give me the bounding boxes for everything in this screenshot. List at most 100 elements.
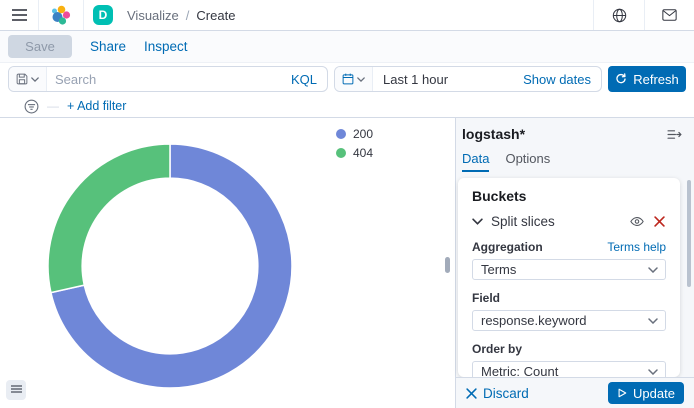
donut-chart xyxy=(44,140,296,392)
filter-options-button[interactable] xyxy=(24,99,39,114)
cross-icon xyxy=(654,216,665,227)
field-value: response.keyword xyxy=(481,313,587,328)
header-divider xyxy=(38,0,39,30)
order-by-label: Order by xyxy=(472,342,522,356)
update-button[interactable]: Update xyxy=(608,382,684,404)
save-button: Save xyxy=(8,35,72,58)
visualization-area: 200 404 xyxy=(0,118,455,408)
filter-bar-dash: — xyxy=(47,99,59,113)
save-query-icon xyxy=(16,73,28,85)
chevron-down-icon xyxy=(472,218,483,225)
field-label: Field xyxy=(472,291,500,305)
terms-help-link[interactable]: Terms help xyxy=(607,240,666,254)
editor-tabs: Data Options xyxy=(462,151,694,172)
breadcrumb-separator: / xyxy=(186,8,190,23)
header-divider xyxy=(83,0,84,30)
eye-icon xyxy=(630,216,644,227)
legend-dot-200 xyxy=(336,129,346,139)
add-filter-link[interactable]: + Add filter xyxy=(67,99,126,113)
panel-resize-handle[interactable] xyxy=(445,257,450,273)
hamburger-menu-button[interactable] xyxy=(8,5,31,25)
discard-label: Discard xyxy=(483,386,529,401)
news-feed-button[interactable] xyxy=(601,4,637,27)
globe-icon xyxy=(612,8,627,23)
header-divider xyxy=(593,0,594,30)
pie-slice-404[interactable] xyxy=(48,144,170,293)
order-by-group: Order by Metric: Count xyxy=(472,342,666,377)
aggregation-label: Aggregation xyxy=(472,240,543,254)
share-button[interactable]: Share xyxy=(90,39,126,54)
menu-right-icon xyxy=(667,129,682,140)
show-dates-button[interactable]: Show dates xyxy=(513,72,601,87)
elastic-logo-icon xyxy=(50,4,72,26)
refresh-label: Refresh xyxy=(633,72,679,87)
search-input[interactable] xyxy=(47,72,281,87)
discard-button[interactable]: Discard xyxy=(466,386,529,401)
top-header: D Visualize / Create xyxy=(0,0,694,31)
breadcrumb-visualize[interactable]: Visualize xyxy=(127,8,179,23)
saved-query-menu-button[interactable] xyxy=(9,67,47,91)
header-divider xyxy=(644,0,645,30)
tab-data[interactable]: Data xyxy=(462,151,489,172)
buckets-card: Buckets Split slices Aggregation Terms h… xyxy=(458,178,680,377)
split-slices-label: Split slices xyxy=(491,214,621,229)
mail-icon xyxy=(662,9,677,21)
aggregation-value: Terms xyxy=(481,262,516,277)
refresh-icon xyxy=(615,73,627,85)
order-by-select[interactable]: Metric: Count xyxy=(472,361,666,377)
legend-label-200: 200 xyxy=(353,127,373,141)
mail-button[interactable] xyxy=(652,5,686,25)
legend-item-200[interactable]: 200 xyxy=(336,127,373,141)
list-icon xyxy=(11,385,22,395)
remove-bucket-button[interactable] xyxy=(653,215,666,228)
aggregation-select[interactable]: Terms xyxy=(472,259,666,280)
space-badge: D xyxy=(93,5,113,25)
space-selector-button[interactable]: D xyxy=(91,3,115,27)
elastic-logo-button[interactable] xyxy=(46,0,76,30)
filter-bar: — + Add filter xyxy=(0,95,694,118)
legend-item-404[interactable]: 404 xyxy=(336,146,373,160)
update-label: Update xyxy=(633,386,675,401)
order-by-value: Metric: Count xyxy=(481,364,558,377)
refresh-button[interactable]: Refresh xyxy=(608,66,686,92)
calendar-icon xyxy=(342,73,354,85)
query-bar: KQL Last 1 hour Show dates Refresh xyxy=(0,63,694,95)
legend-label-404: 404 xyxy=(353,146,373,160)
play-icon xyxy=(617,388,627,398)
collapse-panel-button[interactable] xyxy=(665,127,684,142)
legend-toggle-button[interactable] xyxy=(6,380,26,400)
chart-legend: 200 404 xyxy=(336,127,373,165)
cross-icon xyxy=(466,388,477,399)
panel-scrollbar[interactable] xyxy=(687,180,691,287)
chevron-down-icon xyxy=(31,77,39,82)
split-slices-row[interactable]: Split slices xyxy=(472,214,666,229)
buckets-title: Buckets xyxy=(472,188,666,204)
query-language-button[interactable]: KQL xyxy=(281,72,327,87)
field-group: Field response.keyword xyxy=(472,291,666,331)
hamburger-icon xyxy=(12,9,27,21)
chevron-down-icon xyxy=(357,77,365,82)
field-select[interactable]: response.keyword xyxy=(472,310,666,331)
chevron-down-icon xyxy=(648,318,658,324)
legend-dot-404 xyxy=(336,148,346,158)
header-actions xyxy=(586,0,686,30)
date-picker-control: Last 1 hour Show dates xyxy=(334,66,602,92)
main-content: 200 404 logstash* Data Options Buckets xyxy=(0,118,694,408)
time-range-button[interactable]: Last 1 hour xyxy=(373,72,513,87)
index-pattern-title: logstash* xyxy=(462,126,525,142)
aggregation-group: Aggregation Terms help Terms xyxy=(472,240,666,280)
visualize-toolbar: Save Share Inspect xyxy=(0,31,694,63)
tab-options[interactable]: Options xyxy=(505,151,550,172)
toggle-bucket-visibility-button[interactable] xyxy=(629,215,645,228)
chevron-down-icon xyxy=(648,369,658,375)
editor-title-row: logstash* xyxy=(462,126,684,142)
breadcrumb-create: Create xyxy=(196,8,235,23)
visualization-editor-panel: logstash* Data Options Buckets Split sli… xyxy=(455,118,694,408)
editor-footer: Discard Update xyxy=(456,377,694,408)
chevron-down-icon xyxy=(648,267,658,273)
inspect-button[interactable]: Inspect xyxy=(144,39,188,54)
quick-select-time-button[interactable] xyxy=(335,67,373,91)
filter-icon xyxy=(24,99,39,114)
breadcrumb: Visualize / Create xyxy=(127,8,235,23)
search-control: KQL xyxy=(8,66,328,92)
